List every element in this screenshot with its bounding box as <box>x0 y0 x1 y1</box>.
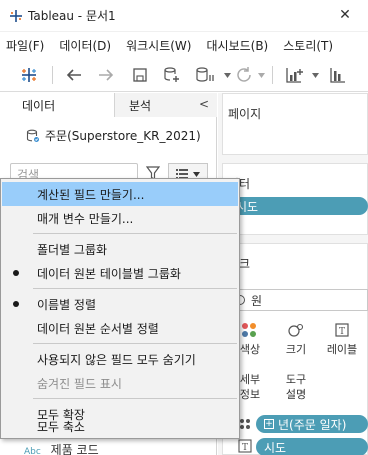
marks-pill-year[interactable]: + 년(주문 일자) <box>256 415 368 433</box>
pause-updates-button[interactable] <box>192 63 218 87</box>
label-mark-button[interactable]: T 레이블 <box>320 317 364 361</box>
radio-selected-icon <box>13 270 19 276</box>
tableau-home-icon <box>22 68 36 82</box>
duplicate-sheet-button[interactable] <box>326 63 350 87</box>
svg-text:T: T <box>242 443 248 453</box>
menu-item-group-by-table[interactable]: 데이터 원본 테이블별 그룹화 <box>2 261 238 285</box>
menu-story[interactable]: 스토리(T) <box>283 37 333 54</box>
refresh-button[interactable] <box>232 63 256 87</box>
menu-item-label: 이름별 정렬 <box>37 297 97 312</box>
new-worksheet-button[interactable] <box>282 63 308 87</box>
close-window-button[interactable]: ✕ <box>322 0 368 30</box>
marks-type-dropdown[interactable]: 원 <box>228 289 368 311</box>
menu-separator <box>33 233 237 234</box>
marks-pill-region[interactable]: 시도 <box>256 438 368 455</box>
save-icon <box>133 68 147 82</box>
string-type-badge: Abc <box>24 447 41 455</box>
pages-label: 페이지 <box>228 107 262 121</box>
dropdown-chevron-icon[interactable] <box>222 63 232 87</box>
menu-item-collapse-all[interactable]: 모두 축소 <box>2 414 238 438</box>
marks-pill-year-label: 년(주문 일자) <box>278 417 347 432</box>
label-mark-label: 레이블 <box>326 343 358 356</box>
menu-item-create-parameter[interactable]: 매개 변수 만들기... <box>2 206 238 230</box>
chevron-down-icon <box>193 171 200 177</box>
database-icon <box>26 129 39 142</box>
new-worksheet-icon <box>286 68 303 83</box>
pages-shelf[interactable] <box>222 93 368 155</box>
menu-item-label: 숨겨진 필드 표시 <box>37 376 122 391</box>
undo-button[interactable] <box>62 63 86 87</box>
filter-pill[interactable]: 시도 <box>228 197 368 215</box>
menu-item-label: 데이터 원본 순서별 정렬 <box>37 321 159 336</box>
pause-datasource-icon <box>196 67 214 82</box>
menu-data[interactable]: 데이터(D) <box>59 37 111 54</box>
radio-selected-icon <box>13 301 19 307</box>
color-mark-label: 색상 <box>239 343 261 356</box>
redo-button[interactable] <box>94 63 118 87</box>
menu-item-label: 모두 축소 <box>37 419 85 434</box>
save-button[interactable] <box>128 63 152 87</box>
tab-analysis-label: 분석 <box>129 98 152 113</box>
window-title: Tableau - 문서1 <box>28 9 116 23</box>
toolbar <box>0 58 368 92</box>
menu-item-label: 매개 변수 만들기... <box>37 211 134 226</box>
menu-item-create-calculated-field[interactable]: 계산된 필드 만들기... <box>2 182 238 206</box>
worksheet-dropdown-icon[interactable] <box>310 63 320 87</box>
marks-type-value: 원 <box>251 293 263 308</box>
menu-separator <box>33 288 237 289</box>
menu-separator <box>33 343 237 344</box>
menu-item-label: 사용되지 않은 필드 모두 숨기기 <box>37 352 196 367</box>
menu-item-hide-unused-fields[interactable]: 사용되지 않은 필드 모두 숨기기 <box>2 347 238 371</box>
tooltip-mark-label: 도구 설명 <box>285 373 307 401</box>
label-icon: T <box>334 321 350 339</box>
size-icon <box>287 321 305 339</box>
size-mark-button[interactable]: 크기 <box>274 317 318 361</box>
toolbar-separator <box>272 66 273 84</box>
add-datasource-icon <box>164 67 179 82</box>
menu-item-group-by-folder[interactable]: 폴더별 그룹화 <box>2 237 238 261</box>
menu-item-sort-by-name[interactable]: 이름별 정렬 <box>2 292 238 316</box>
color-icon <box>241 321 259 339</box>
collapse-pane-icon[interactable]: < <box>199 97 209 111</box>
plus-icon: + <box>264 419 274 429</box>
tableau-logo-icon <box>8 8 24 24</box>
close-icon: ✕ <box>339 7 351 23</box>
menu-item-show-hidden-fields: 숨겨진 필드 표시 <box>2 371 238 395</box>
datasource-name: 주문(Superstore_KR_2021) <box>45 129 201 143</box>
refresh-icon <box>237 67 251 82</box>
detail-icon <box>238 417 252 434</box>
menu-item-label: 데이터 원본 테이블별 그룹화 <box>37 266 181 281</box>
menu-item-sort-by-datasource-order[interactable]: 데이터 원본 순서별 정렬 <box>2 316 238 340</box>
back-arrow-icon <box>66 69 81 81</box>
menu-file[interactable]: 파일(F) <box>6 37 44 54</box>
tooltip-mark-button[interactable]: 도구 설명 <box>274 365 318 409</box>
datasource-item[interactable]: 주문(Superstore_KR_2021) <box>26 127 201 144</box>
forward-arrow-icon <box>99 69 114 81</box>
size-mark-label: 크기 <box>285 343 307 356</box>
duplicate-sheet-icon <box>330 68 345 83</box>
refresh-dropdown-icon[interactable] <box>256 63 266 87</box>
new-data-source-button[interactable] <box>160 63 184 87</box>
marks-pill-region-label: 시도 <box>264 440 287 455</box>
title-bar: Tableau - 문서1 ✕ <box>0 0 368 32</box>
menu-item-label: 계산된 필드 만들기... <box>37 187 145 202</box>
data-pane-tabs: 데이터 분석 < <box>0 93 217 117</box>
detail-mark-label: 세부 정보 <box>239 373 261 401</box>
menu-worksheet[interactable]: 워크시트(W) <box>126 37 191 54</box>
data-pane-context-menu: 계산된 필드 만들기... 매개 변수 만들기... 폴더별 그룹화 데이터 원… <box>0 178 240 439</box>
menu-separator <box>33 398 237 399</box>
toolbar-separator <box>52 66 53 84</box>
menu-dashboard[interactable]: 대시보드(B) <box>206 37 268 54</box>
field-name: 제품 코드 <box>50 443 99 455</box>
svg-text:T: T <box>339 327 345 337</box>
field-item-product-code[interactable]: Abc 제품 코드 <box>24 441 99 455</box>
menu-item-label: 폴더별 그룹화 <box>37 242 108 257</box>
menu-bar: 파일(F) 데이터(D) 워크시트(W) 대시보드(B) 스토리(T) <box>0 32 368 58</box>
tab-data[interactable]: 데이터 <box>0 93 115 117</box>
tableau-home-button[interactable] <box>16 63 42 87</box>
text-icon: T <box>238 439 252 455</box>
shelves-area: 페이지 필터 시도 마크 원 색상 크기 T 레이블 세부 정보 도구 설명 +… <box>218 93 368 455</box>
